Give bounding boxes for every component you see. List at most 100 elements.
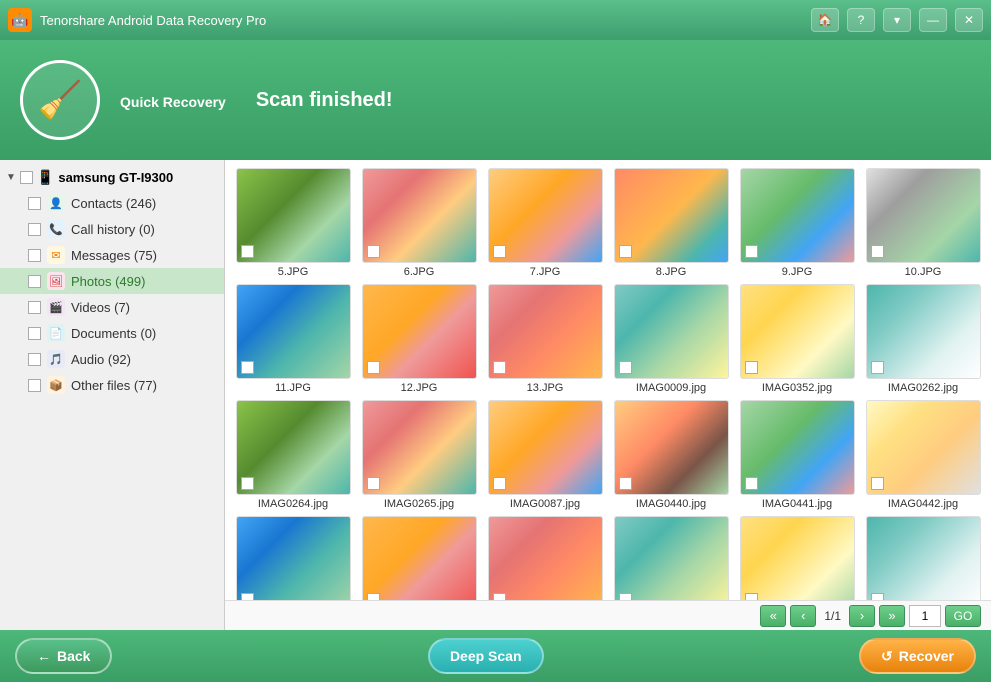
pagination-bar: « ‹ 1/1 › » GO bbox=[225, 600, 991, 630]
sidebar-item-contacts[interactable]: 👤 Contacts (246) bbox=[0, 190, 224, 216]
close-button[interactable]: ✕ bbox=[955, 8, 983, 32]
photo-checkbox[interactable] bbox=[241, 593, 254, 600]
photo-thumbnail[interactable] bbox=[488, 516, 603, 600]
photo-thumbnail[interactable] bbox=[614, 400, 729, 495]
photo-checkbox[interactable] bbox=[241, 477, 254, 490]
photo-checkbox[interactable] bbox=[241, 361, 254, 374]
recover-button[interactable]: ↺ Recover bbox=[859, 638, 976, 674]
footer: ← Back Deep Scan ↺ Recover bbox=[0, 630, 991, 682]
photo-thumbnail[interactable] bbox=[740, 168, 855, 263]
photo-grid: 5.JPG 6.JPG 7.JPG 8.JPG 9.JPG bbox=[225, 160, 991, 600]
item-checkbox-documents[interactable] bbox=[28, 327, 41, 340]
photo-thumbnail[interactable] bbox=[866, 516, 981, 600]
item-label-contacts: Contacts (246) bbox=[71, 196, 156, 211]
first-page-button[interactable]: « bbox=[760, 605, 786, 627]
device-name: samsung GT-I9300 bbox=[58, 170, 173, 185]
item-checkbox-audio[interactable] bbox=[28, 353, 41, 366]
photo-thumbnail[interactable] bbox=[866, 400, 981, 495]
last-page-button[interactable]: » bbox=[879, 605, 905, 627]
photo-checkbox[interactable] bbox=[619, 245, 632, 258]
device-checkbox[interactable] bbox=[20, 171, 33, 184]
photo-thumbnail[interactable] bbox=[614, 284, 729, 379]
sidebar-item-audio[interactable]: 🎵 Audio (92) bbox=[0, 346, 224, 372]
photo-item: 8.JPG bbox=[611, 168, 731, 278]
photo-label: IMAG0262.jpg bbox=[888, 382, 958, 394]
photo-checkbox[interactable] bbox=[619, 477, 632, 490]
photo-checkbox[interactable] bbox=[619, 361, 632, 374]
photo-thumbnail[interactable] bbox=[740, 516, 855, 600]
photo-thumbnail[interactable] bbox=[740, 400, 855, 495]
app-title: Tenorshare Android Data Recovery Pro bbox=[40, 13, 803, 28]
titlebar: 🤖 Tenorshare Android Data Recovery Pro 🏠… bbox=[0, 0, 991, 40]
item-checkbox-call_history[interactable] bbox=[28, 223, 41, 236]
photo-thumbnail[interactable] bbox=[362, 284, 477, 379]
deep-scan-button[interactable]: Deep Scan bbox=[428, 638, 544, 674]
page-input[interactable] bbox=[909, 605, 941, 627]
item-checkbox-videos[interactable] bbox=[28, 301, 41, 314]
photo-item: IMAG0448.jpg bbox=[863, 516, 983, 600]
item-checkbox-other_files[interactable] bbox=[28, 379, 41, 392]
photo-thumbnail[interactable] bbox=[488, 284, 603, 379]
help-button[interactable]: ? bbox=[847, 8, 875, 32]
item-checkbox-contacts[interactable] bbox=[28, 197, 41, 210]
photo-checkbox[interactable] bbox=[619, 593, 632, 600]
photo-checkbox[interactable] bbox=[367, 245, 380, 258]
photo-label: IMAG0009.jpg bbox=[636, 382, 706, 394]
item-checkbox-photos[interactable] bbox=[28, 275, 41, 288]
photo-thumbnail[interactable] bbox=[614, 516, 729, 600]
photo-thumbnail[interactable] bbox=[362, 400, 477, 495]
photo-checkbox[interactable] bbox=[745, 245, 758, 258]
photo-label: IMAG0087.jpg bbox=[510, 498, 580, 510]
photo-thumbnail[interactable] bbox=[866, 168, 981, 263]
photo-checkbox[interactable] bbox=[745, 361, 758, 374]
photo-checkbox[interactable] bbox=[493, 361, 506, 374]
photo-thumbnail[interactable] bbox=[866, 284, 981, 379]
photo-label: IMAG0440.jpg bbox=[636, 498, 706, 510]
photo-checkbox[interactable] bbox=[493, 593, 506, 600]
device-row: ▼ 📱 samsung GT-I9300 bbox=[0, 165, 224, 190]
item-checkbox-messages[interactable] bbox=[28, 249, 41, 262]
prev-page-button[interactable]: ‹ bbox=[790, 605, 816, 627]
photo-checkbox[interactable] bbox=[871, 361, 884, 374]
sidebar-item-photos[interactable]: 🖼 Photos (499) bbox=[0, 268, 224, 294]
sidebar-item-other_files[interactable]: 📦 Other files (77) bbox=[0, 372, 224, 398]
photo-thumbnail[interactable] bbox=[740, 284, 855, 379]
photo-thumbnail[interactable] bbox=[236, 168, 351, 263]
photo-checkbox[interactable] bbox=[871, 477, 884, 490]
photo-thumbnail[interactable] bbox=[488, 400, 603, 495]
photo-thumbnail[interactable] bbox=[236, 516, 351, 600]
go-button[interactable]: GO bbox=[945, 605, 981, 627]
photo-thumbnail[interactable] bbox=[236, 400, 351, 495]
photo-label: IMAG0442.jpg bbox=[888, 498, 958, 510]
home-button[interactable]: 🏠 bbox=[811, 8, 839, 32]
photo-checkbox[interactable] bbox=[871, 245, 884, 258]
photo-checkbox[interactable] bbox=[367, 477, 380, 490]
photo-checkbox[interactable] bbox=[493, 477, 506, 490]
back-button[interactable]: ← Back bbox=[15, 638, 112, 674]
photo-thumbnail[interactable] bbox=[236, 284, 351, 379]
sidebar-item-videos[interactable]: 🎬 Videos (7) bbox=[0, 294, 224, 320]
photo-checkbox[interactable] bbox=[493, 245, 506, 258]
photo-thumbnail[interactable] bbox=[362, 168, 477, 263]
sidebar-item-messages[interactable]: ✉ Messages (75) bbox=[0, 242, 224, 268]
minimize-button[interactable]: — bbox=[919, 8, 947, 32]
photo-checkbox[interactable] bbox=[241, 245, 254, 258]
photo-thumbnail[interactable] bbox=[614, 168, 729, 263]
photo-thumbnail[interactable] bbox=[362, 516, 477, 600]
item-label-other_files: Other files (77) bbox=[71, 378, 157, 393]
photo-checkbox[interactable] bbox=[745, 477, 758, 490]
photo-checkbox[interactable] bbox=[871, 593, 884, 600]
dropdown-button[interactable]: ▾ bbox=[883, 8, 911, 32]
photo-thumbnail[interactable] bbox=[488, 168, 603, 263]
photo-checkbox[interactable] bbox=[745, 593, 758, 600]
content-area: ▼ 📱 samsung GT-I9300 👤 Contacts (246) 📞 … bbox=[0, 160, 991, 630]
next-page-button[interactable]: › bbox=[849, 605, 875, 627]
photo-checkbox[interactable] bbox=[367, 593, 380, 600]
sidebar-item-call_history[interactable]: 📞 Call history (0) bbox=[0, 216, 224, 242]
scan-status: Scan finished! bbox=[256, 89, 393, 112]
topbar: 🧹 Quick Recovery Scan finished! bbox=[0, 40, 991, 160]
sidebar-item-documents[interactable]: 📄 Documents (0) bbox=[0, 320, 224, 346]
photo-item: 12.JPG bbox=[359, 284, 479, 394]
sidebar: ▼ 📱 samsung GT-I9300 👤 Contacts (246) 📞 … bbox=[0, 160, 225, 630]
photo-checkbox[interactable] bbox=[367, 361, 380, 374]
